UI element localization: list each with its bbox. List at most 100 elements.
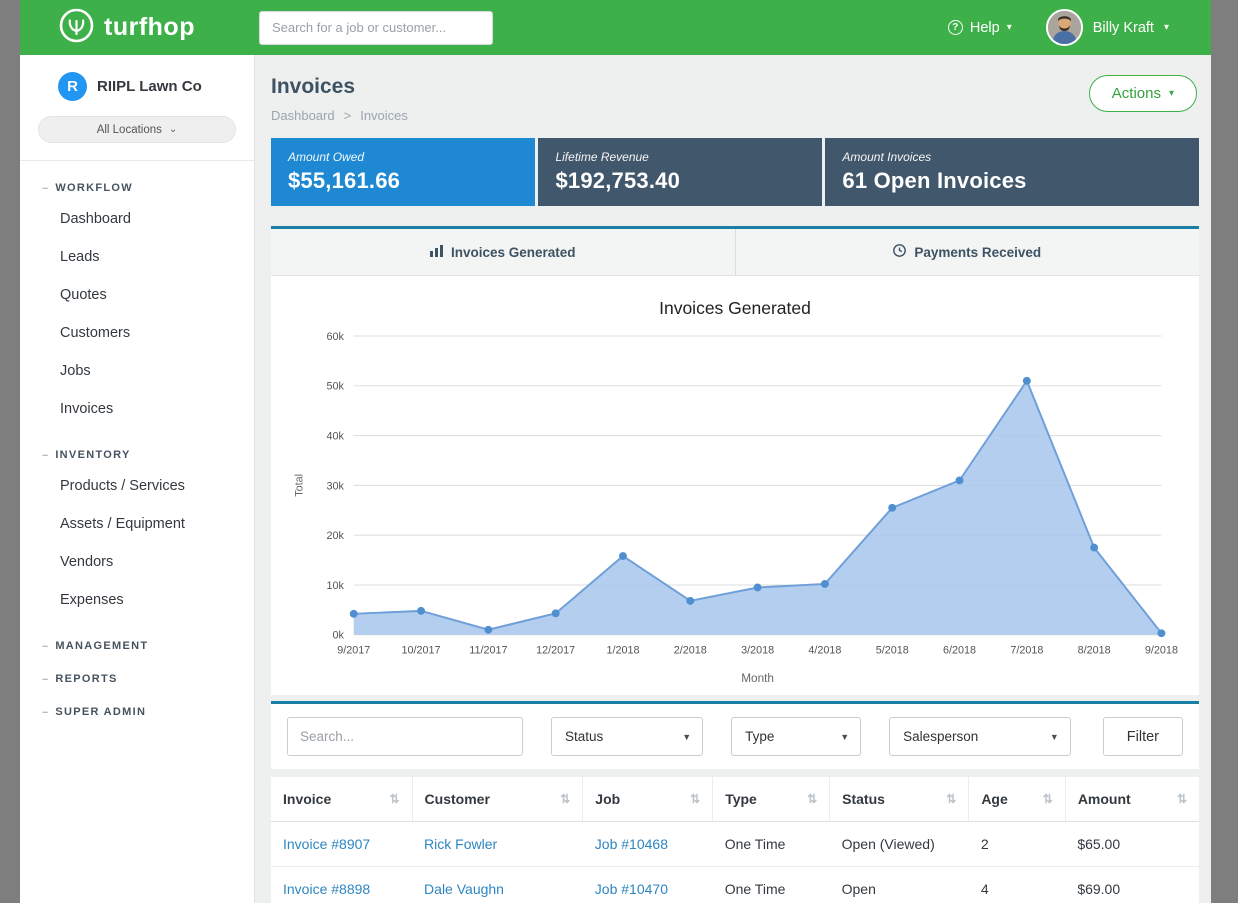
sidebar-item-expenses[interactable]: Expenses <box>20 581 254 619</box>
breadcrumb-dashboard[interactable]: Dashboard <box>271 108 335 123</box>
job-link[interactable]: Job #10468 <box>595 836 668 852</box>
company-row: R RIIPL Lawn Co <box>20 72 254 101</box>
clock-icon <box>893 244 906 260</box>
tree-dash-icon: -- <box>42 182 47 194</box>
sidebar-item-assets-equipment[interactable]: Assets / Equipment <box>20 505 254 543</box>
tab-invoices-generated[interactable]: Invoices Generated <box>271 229 735 275</box>
actions-label: Actions <box>1112 85 1161 102</box>
nav-section-inventory: --INVENTORY <box>20 449 254 461</box>
svg-text:1/2018: 1/2018 <box>606 644 639 656</box>
stats-row: Amount Owed $55,161.66 Lifetime Revenue … <box>271 138 1199 206</box>
nav-section-label: SUPER ADMIN <box>55 706 146 718</box>
tree-dash-icon: -- <box>42 673 47 685</box>
customer-link[interactable]: Dale Vaughn <box>424 881 504 897</box>
filter-button[interactable]: Filter <box>1103 717 1183 756</box>
sidebar-divider <box>20 160 254 161</box>
nav-section-label: INVENTORY <box>55 449 130 461</box>
col-header-status[interactable]: Status⇅ <box>830 777 969 822</box>
sort-icon[interactable]: ⇅ <box>690 792 700 806</box>
tab-label: Invoices Generated <box>451 245 576 260</box>
sidebar-item-products-services[interactable]: Products / Services <box>20 467 254 505</box>
status-select[interactable]: Status ▼ <box>551 717 703 756</box>
svg-text:6/2018: 6/2018 <box>943 644 976 656</box>
job-link[interactable]: Job #10470 <box>595 881 668 897</box>
locations-label: All Locations <box>97 124 162 136</box>
sort-icon[interactable]: ⇅ <box>1177 792 1187 806</box>
svg-text:11/2017: 11/2017 <box>469 644 507 656</box>
chart-card: Invoices Generated 0k10k20k30k40k50k60k9… <box>271 276 1199 695</box>
sidebar-item-customers[interactable]: Customers <box>20 314 254 352</box>
stat-value: $192,753.40 <box>555 168 805 194</box>
salesperson-select[interactable]: Salesperson ▼ <box>889 717 1071 756</box>
stat-value: $55,161.66 <box>288 168 518 194</box>
brand-logo[interactable]: turfhop <box>58 7 195 49</box>
chevron-down-icon: ⌄ <box>169 124 177 135</box>
tree-dash-icon: -- <box>42 640 47 652</box>
type-select[interactable]: Type ▼ <box>731 717 861 756</box>
chevron-down-icon: ▾ <box>1164 22 1169 33</box>
brand-name: turfhop <box>104 13 195 42</box>
bar-chart-icon <box>430 245 443 260</box>
stat-card-open-invoices: Amount Invoices 61 Open Invoices <box>825 138 1199 206</box>
sidebar-item-leads[interactable]: Leads <box>20 238 254 276</box>
dropdown-arrow-icon: ▼ <box>1050 732 1059 742</box>
svg-text:8/2018: 8/2018 <box>1078 644 1111 656</box>
status-cell: Open (Viewed) <box>830 822 969 867</box>
sort-icon[interactable]: ⇅ <box>1043 792 1053 806</box>
tab-payments-received[interactable]: Payments Received <box>735 229 1200 275</box>
chevron-down-icon: ▾ <box>1169 88 1174 99</box>
dropdown-arrow-icon: ▼ <box>840 732 849 742</box>
nav-section-label: REPORTS <box>55 673 117 685</box>
svg-text:40k: 40k <box>326 431 344 443</box>
col-header-age[interactable]: Age⇅ <box>969 777 1066 822</box>
stat-card-lifetime-revenue: Lifetime Revenue $192,753.40 <box>538 138 822 206</box>
sort-icon[interactable]: ⇅ <box>946 792 956 806</box>
col-header-job[interactable]: Job⇅ <box>583 777 713 822</box>
user-menu[interactable]: Billy Kraft ▾ <box>1046 9 1169 46</box>
salesperson-select-value: Salesperson <box>903 729 978 744</box>
app-shell: R RIIPL Lawn Co All Locations ⌄ -- WORKFL… <box>20 55 1211 903</box>
svg-text:9/2018: 9/2018 <box>1145 644 1178 656</box>
nav-section-workflow: -- WORKFLOW <box>20 182 254 194</box>
global-search-input[interactable] <box>259 11 493 45</box>
invoice-link[interactable]: Invoice #8898 <box>283 881 370 897</box>
svg-text:10k: 10k <box>326 580 344 592</box>
table-row: Invoice #8907 Rick Fowler Job #10468 One… <box>271 822 1199 867</box>
chart-tabs: Invoices Generated Payments Received <box>271 229 1199 276</box>
svg-text:2/2018: 2/2018 <box>674 644 707 656</box>
col-header-invoice[interactable]: Invoice⇅ <box>271 777 412 822</box>
locations-selector[interactable]: All Locations ⌄ <box>38 116 236 143</box>
col-header-type[interactable]: Type⇅ <box>713 777 830 822</box>
sidebar-item-quotes[interactable]: Quotes <box>20 276 254 314</box>
sort-icon[interactable]: ⇅ <box>560 792 570 806</box>
sidebar-item-vendors[interactable]: Vendors <box>20 543 254 581</box>
page-title: Invoices <box>271 75 408 99</box>
svg-text:60k: 60k <box>326 331 344 343</box>
nav-section-reports: -- REPORTS <box>20 673 254 685</box>
invoice-link[interactable]: Invoice #8907 <box>283 836 370 852</box>
svg-text:12/2017: 12/2017 <box>536 644 575 656</box>
sort-icon[interactable]: ⇅ <box>389 792 399 806</box>
actions-button[interactable]: Actions ▾ <box>1089 75 1197 112</box>
sidebar-item-dashboard[interactable]: Dashboard <box>20 200 254 238</box>
sidebar-item-jobs[interactable]: Jobs <box>20 352 254 390</box>
col-header-amount[interactable]: Amount⇅ <box>1065 777 1199 822</box>
sort-icon[interactable]: ⇅ <box>807 792 817 806</box>
age-cell: 2 <box>969 822 1066 867</box>
app-window: turfhop ? Help ▾ <box>20 0 1211 903</box>
chevron-down-icon: ▾ <box>1007 22 1012 33</box>
tree-dash-icon: -- <box>42 706 47 718</box>
table-search-input[interactable] <box>287 717 523 756</box>
chart-title: Invoices Generated <box>283 298 1187 319</box>
svg-text:4/2018: 4/2018 <box>808 644 841 656</box>
tab-label: Payments Received <box>914 245 1041 260</box>
col-header-customer[interactable]: Customer⇅ <box>412 777 583 822</box>
customer-link[interactable]: Rick Fowler <box>424 836 497 852</box>
sidebar-item-invoices[interactable]: Invoices <box>20 390 254 428</box>
breadcrumb-invoices[interactable]: Invoices <box>360 108 408 123</box>
help-menu[interactable]: ? Help ▾ <box>948 20 1012 36</box>
nav-section-label: WORKFLOW <box>55 182 133 194</box>
svg-text:Total: Total <box>294 474 306 497</box>
company-logo: R <box>58 72 87 101</box>
svg-text:0k: 0k <box>333 630 345 642</box>
